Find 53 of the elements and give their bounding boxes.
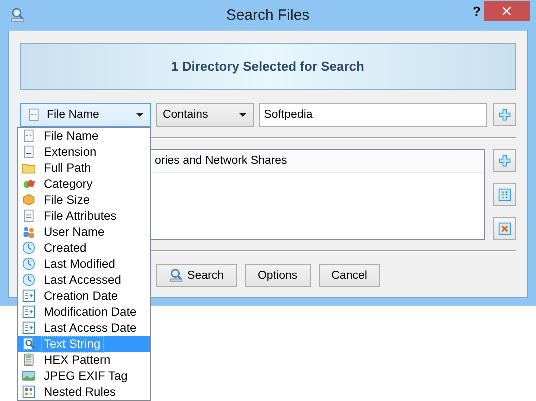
menu-item[interactable]: Category xyxy=(18,176,150,192)
image-icon xyxy=(22,369,36,383)
value-field[interactable]: Softpedia xyxy=(259,103,488,127)
caret-icon xyxy=(136,113,144,117)
close-button[interactable]: × xyxy=(484,1,530,21)
folder-icon xyxy=(22,161,36,175)
clock-icon xyxy=(22,241,36,255)
plus-icon xyxy=(498,154,512,168)
menu-item[interactable]: JPEG EXIF Tag xyxy=(18,368,150,384)
menu-item[interactable]: Nested Rules xyxy=(18,384,150,400)
caret-icon xyxy=(239,113,248,117)
list-item[interactable]: ories and Network Shares xyxy=(153,150,484,173)
calendar-icon xyxy=(22,289,36,303)
document-icon xyxy=(27,108,41,122)
columns-icon xyxy=(498,188,512,202)
calculator-icon xyxy=(22,353,36,367)
help-button[interactable]: ? xyxy=(473,4,481,19)
remove-button[interactable] xyxy=(493,217,516,240)
magnifier-icon xyxy=(22,337,36,351)
dialog-button[interactable]: Cancel xyxy=(318,264,380,287)
banner: 1 Directory Selected for Search xyxy=(20,43,516,90)
operator-dropdown[interactable]: Contains xyxy=(156,103,254,127)
remove-icon xyxy=(498,222,512,236)
search-icon xyxy=(168,268,184,283)
menu-item[interactable]: Modification Date xyxy=(18,304,150,320)
dialog-button[interactable]: Search xyxy=(156,264,237,287)
menu-item[interactable]: Creation Date xyxy=(18,288,150,304)
columns-button[interactable] xyxy=(493,183,516,206)
plus-icon xyxy=(498,108,512,122)
document-icon xyxy=(22,145,36,159)
menu-item[interactable]: Last Modified xyxy=(18,256,150,272)
menu-item[interactable]: Full Path xyxy=(18,160,150,176)
search-icon xyxy=(10,7,26,23)
document-icon xyxy=(22,209,36,223)
menu-item[interactable]: Created xyxy=(18,240,150,256)
menu-item[interactable]: File Size xyxy=(18,192,150,208)
users-icon xyxy=(22,225,36,239)
field-dropdown[interactable]: File Name xyxy=(20,103,151,127)
add-button[interactable] xyxy=(493,149,516,172)
window-title: Search Files xyxy=(226,6,310,24)
menu-item[interactable]: Last Access Date xyxy=(18,320,150,336)
clock-icon xyxy=(22,257,36,271)
dialog-button[interactable]: Options xyxy=(244,264,311,287)
menu-item[interactable]: File Name xyxy=(18,128,150,144)
menu-item[interactable]: User Name xyxy=(18,224,150,240)
menu-item[interactable]: File Attributes xyxy=(18,208,150,224)
menu-item[interactable]: Extension xyxy=(18,144,150,160)
calendar-icon xyxy=(22,305,36,319)
menu-item[interactable]: Last Accessed xyxy=(18,272,150,288)
menu-item[interactable]: HEX Pattern xyxy=(18,352,150,368)
add-button[interactable] xyxy=(493,103,516,126)
clock-icon xyxy=(22,273,36,287)
calendar-icon xyxy=(22,321,36,335)
